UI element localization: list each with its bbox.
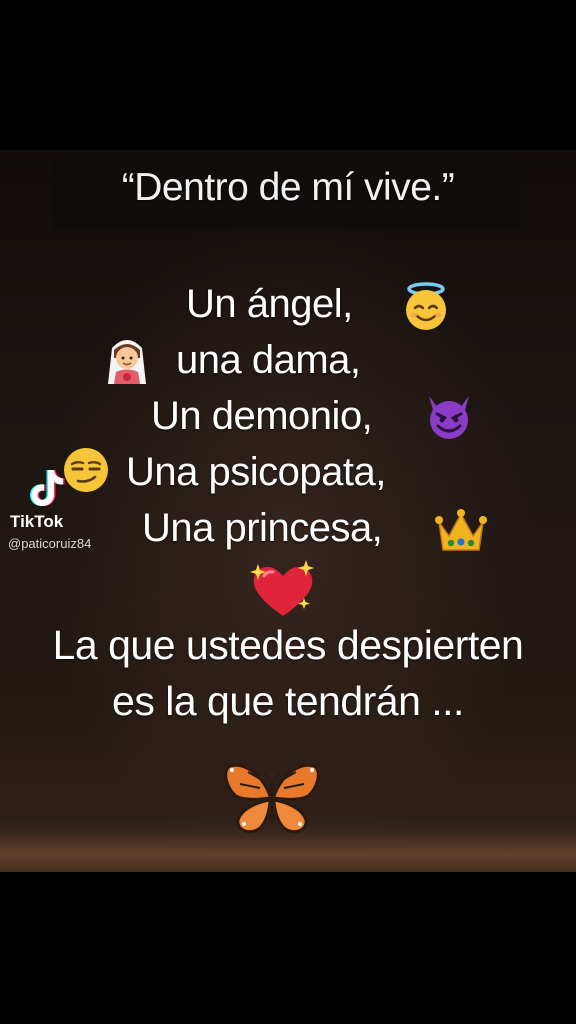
butterfly-icon xyxy=(224,763,320,834)
tiktok-brand: TikTok xyxy=(10,512,64,531)
line-angel: Un ángel, xyxy=(186,282,353,326)
line-princess: Una princesa, xyxy=(142,506,383,550)
quote-text: “Dentro de mí vive.” xyxy=(121,166,455,209)
angel-face-icon xyxy=(406,282,446,330)
crown-icon xyxy=(435,509,487,551)
line-lady: una dama, xyxy=(176,338,361,382)
closing-line-2: es la que tendrán ... xyxy=(112,678,464,724)
tiktok-handle: @paticoruiz84 xyxy=(8,536,92,551)
line-psycho: Una psicopata, xyxy=(126,450,386,494)
bride-icon xyxy=(108,340,146,384)
line-demon: Un demonio, xyxy=(151,394,373,438)
floor-glow xyxy=(0,832,576,872)
closing-line-1: La que ustedes despierten xyxy=(52,622,524,668)
devil-face-icon xyxy=(429,396,469,439)
sparkling-heart-icon xyxy=(250,560,314,616)
video-frame: “Dentro de mí vive.” Un ángel, una dama,… xyxy=(0,0,576,1024)
tiktok-logo-icon xyxy=(30,470,65,506)
